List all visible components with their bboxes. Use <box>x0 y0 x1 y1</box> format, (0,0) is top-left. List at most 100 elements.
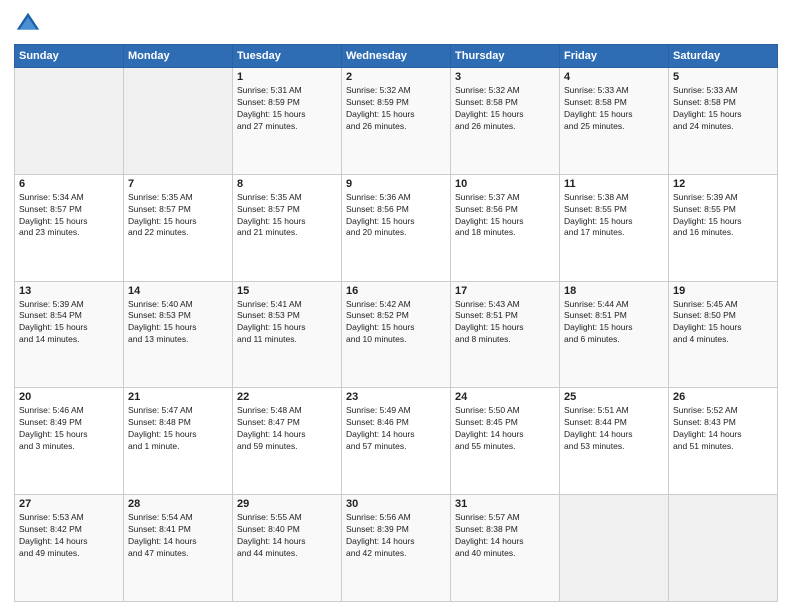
day-info: Sunrise: 5:36 AM Sunset: 8:56 PM Dayligh… <box>346 192 446 240</box>
day-cell: 10Sunrise: 5:37 AM Sunset: 8:56 PM Dayli… <box>451 174 560 281</box>
day-cell: 26 Sunrise: 5:52 AM Sunset: 8:43 PM Dayli… <box>669 388 778 495</box>
day-cell: 15Sunrise: 5:41 AM Sunset: 8:53 PM Dayli… <box>233 281 342 388</box>
day-number: 23 <box>346 391 446 403</box>
day-info: Sunrise: 5:51 AM Sunset: 8:44 PM Dayligh… <box>564 405 664 453</box>
page-header <box>14 10 778 38</box>
day-info: Sunrise: 5:49 AM Sunset: 8:46 PM Dayligh… <box>346 405 446 453</box>
header-friday: Friday <box>560 45 669 68</box>
day-info: Sunrise: 5:57 AM Sunset: 8:38 PM Dayligh… <box>455 512 555 560</box>
day-info: Sunrise: 5:56 AM Sunset: 8:39 PM Dayligh… <box>346 512 446 560</box>
day-cell: 5 Sunrise: 5:33 AM Sunset: 8:58 PM Daylig… <box>669 68 778 175</box>
day-cell: 1Sunrise: 5:31 AM Sunset: 8:59 PM Daylig… <box>233 68 342 175</box>
day-cell: 4 Sunrise: 5:33 AM Sunset: 8:58 PM Daylig… <box>560 68 669 175</box>
day-number: 14 <box>128 285 228 297</box>
day-info: Sunrise: 5:38 AM Sunset: 8:55 PM Dayligh… <box>564 192 664 240</box>
day-number: 27 <box>19 498 119 510</box>
day-info: Sunrise: 5:47 AM Sunset: 8:48 PM Dayligh… <box>128 405 228 453</box>
day-cell: 30 Sunrise: 5:56 AM Sunset: 8:39 PM Dayli… <box>342 495 451 602</box>
header-sunday: Sunday <box>15 45 124 68</box>
day-info: Sunrise: 5:43 AM Sunset: 8:51 PM Dayligh… <box>455 299 555 347</box>
day-info: Sunrise: 5:33 AM Sunset: 8:58 PM Dayligh… <box>564 85 664 133</box>
header-saturday: Saturday <box>669 45 778 68</box>
day-info: Sunrise: 5:35 AM Sunset: 8:57 PM Dayligh… <box>128 192 228 240</box>
day-number: 7 <box>128 178 228 190</box>
day-cell: 28Sunrise: 5:54 AM Sunset: 8:41 PM Dayli… <box>124 495 233 602</box>
day-cell: 27 Sunrise: 5:53 AM Sunset: 8:42 PM Dayli… <box>15 495 124 602</box>
day-cell: 25 Sunrise: 5:51 AM Sunset: 8:44 PM Dayli… <box>560 388 669 495</box>
week-row-2: 6Sunrise: 5:34 AM Sunset: 8:57 PM Daylig… <box>15 174 778 281</box>
day-info: Sunrise: 5:33 AM Sunset: 8:58 PM Dayligh… <box>673 85 773 133</box>
day-cell: 7 Sunrise: 5:35 AM Sunset: 8:57 PM Daylig… <box>124 174 233 281</box>
day-cell: 29 Sunrise: 5:55 AM Sunset: 8:40 PM Dayli… <box>233 495 342 602</box>
day-info: Sunrise: 5:53 AM Sunset: 8:42 PM Dayligh… <box>19 512 119 560</box>
day-number: 31 <box>455 498 555 510</box>
day-info: Sunrise: 5:40 AM Sunset: 8:53 PM Dayligh… <box>128 299 228 347</box>
day-number: 19 <box>673 285 773 297</box>
day-cell: 14 Sunrise: 5:40 AM Sunset: 8:53 PM Dayli… <box>124 281 233 388</box>
day-number: 11 <box>564 178 664 190</box>
day-number: 4 <box>564 71 664 83</box>
header-wednesday: Wednesday <box>342 45 451 68</box>
day-info: Sunrise: 5:32 AM Sunset: 8:58 PM Dayligh… <box>455 85 555 133</box>
day-number: 26 <box>673 391 773 403</box>
day-number: 3 <box>455 71 555 83</box>
day-number: 8 <box>237 178 337 190</box>
day-number: 18 <box>564 285 664 297</box>
day-number: 22 <box>237 391 337 403</box>
day-info: Sunrise: 5:52 AM Sunset: 8:43 PM Dayligh… <box>673 405 773 453</box>
day-number: 21 <box>128 391 228 403</box>
day-number: 5 <box>673 71 773 83</box>
day-number: 29 <box>237 498 337 510</box>
day-cell: 17 Sunrise: 5:43 AM Sunset: 8:51 PM Dayli… <box>451 281 560 388</box>
week-row-5: 27 Sunrise: 5:53 AM Sunset: 8:42 PM Dayli… <box>15 495 778 602</box>
day-info: Sunrise: 5:45 AM Sunset: 8:50 PM Dayligh… <box>673 299 773 347</box>
day-info: Sunrise: 5:42 AM Sunset: 8:52 PM Dayligh… <box>346 299 446 347</box>
header-thursday: Thursday <box>451 45 560 68</box>
day-cell: 23 Sunrise: 5:49 AM Sunset: 8:46 PM Dayli… <box>342 388 451 495</box>
day-number: 2 <box>346 71 446 83</box>
day-number: 30 <box>346 498 446 510</box>
day-cell: 22Sunrise: 5:48 AM Sunset: 8:47 PM Dayli… <box>233 388 342 495</box>
day-cell: 20 Sunrise: 5:46 AM Sunset: 8:49 PM Dayli… <box>15 388 124 495</box>
day-info: Sunrise: 5:54 AM Sunset: 8:41 PM Dayligh… <box>128 512 228 560</box>
day-info: Sunrise: 5:46 AM Sunset: 8:49 PM Dayligh… <box>19 405 119 453</box>
day-cell: 8 Sunrise: 5:35 AM Sunset: 8:57 PM Daylig… <box>233 174 342 281</box>
day-info: Sunrise: 5:50 AM Sunset: 8:45 PM Dayligh… <box>455 405 555 453</box>
calendar: SundayMondayTuesdayWednesdayThursdayFrid… <box>14 44 778 602</box>
day-cell: 9 Sunrise: 5:36 AM Sunset: 8:56 PM Daylig… <box>342 174 451 281</box>
day-cell: 18 Sunrise: 5:44 AM Sunset: 8:51 PM Dayli… <box>560 281 669 388</box>
day-cell: 13Sunrise: 5:39 AM Sunset: 8:54 PM Dayli… <box>15 281 124 388</box>
day-number: 17 <box>455 285 555 297</box>
day-info: Sunrise: 5:41 AM Sunset: 8:53 PM Dayligh… <box>237 299 337 347</box>
day-cell: 2 Sunrise: 5:32 AM Sunset: 8:59 PM Daylig… <box>342 68 451 175</box>
day-info: Sunrise: 5:44 AM Sunset: 8:51 PM Dayligh… <box>564 299 664 347</box>
header-tuesday: Tuesday <box>233 45 342 68</box>
day-info: Sunrise: 5:32 AM Sunset: 8:59 PM Dayligh… <box>346 85 446 133</box>
day-info: Sunrise: 5:55 AM Sunset: 8:40 PM Dayligh… <box>237 512 337 560</box>
day-info: Sunrise: 5:34 AM Sunset: 8:57 PM Dayligh… <box>19 192 119 240</box>
day-cell: 24 Sunrise: 5:50 AM Sunset: 8:45 PM Dayli… <box>451 388 560 495</box>
header-monday: Monday <box>124 45 233 68</box>
calendar-header-row: SundayMondayTuesdayWednesdayThursdayFrid… <box>15 45 778 68</box>
week-row-1: 1Sunrise: 5:31 AM Sunset: 8:59 PM Daylig… <box>15 68 778 175</box>
day-number: 24 <box>455 391 555 403</box>
day-info: Sunrise: 5:39 AM Sunset: 8:55 PM Dayligh… <box>673 192 773 240</box>
day-cell: 3 Sunrise: 5:32 AM Sunset: 8:58 PM Daylig… <box>451 68 560 175</box>
logo <box>14 10 46 38</box>
day-info: Sunrise: 5:35 AM Sunset: 8:57 PM Dayligh… <box>237 192 337 240</box>
day-cell: 16 Sunrise: 5:42 AM Sunset: 8:52 PM Dayli… <box>342 281 451 388</box>
day-cell: 6Sunrise: 5:34 AM Sunset: 8:57 PM Daylig… <box>15 174 124 281</box>
day-number: 25 <box>564 391 664 403</box>
week-row-3: 13Sunrise: 5:39 AM Sunset: 8:54 PM Dayli… <box>15 281 778 388</box>
logo-icon <box>14 10 42 38</box>
day-number: 1 <box>237 71 337 83</box>
day-number: 9 <box>346 178 446 190</box>
day-number: 13 <box>19 285 119 297</box>
day-cell <box>15 68 124 175</box>
day-number: 16 <box>346 285 446 297</box>
day-number: 20 <box>19 391 119 403</box>
day-cell: 11 Sunrise: 5:38 AM Sunset: 8:55 PM Dayli… <box>560 174 669 281</box>
day-cell: 19 Sunrise: 5:45 AM Sunset: 8:50 PM Dayli… <box>669 281 778 388</box>
week-row-4: 20 Sunrise: 5:46 AM Sunset: 8:49 PM Dayli… <box>15 388 778 495</box>
day-cell: 21 Sunrise: 5:47 AM Sunset: 8:48 PM Dayli… <box>124 388 233 495</box>
